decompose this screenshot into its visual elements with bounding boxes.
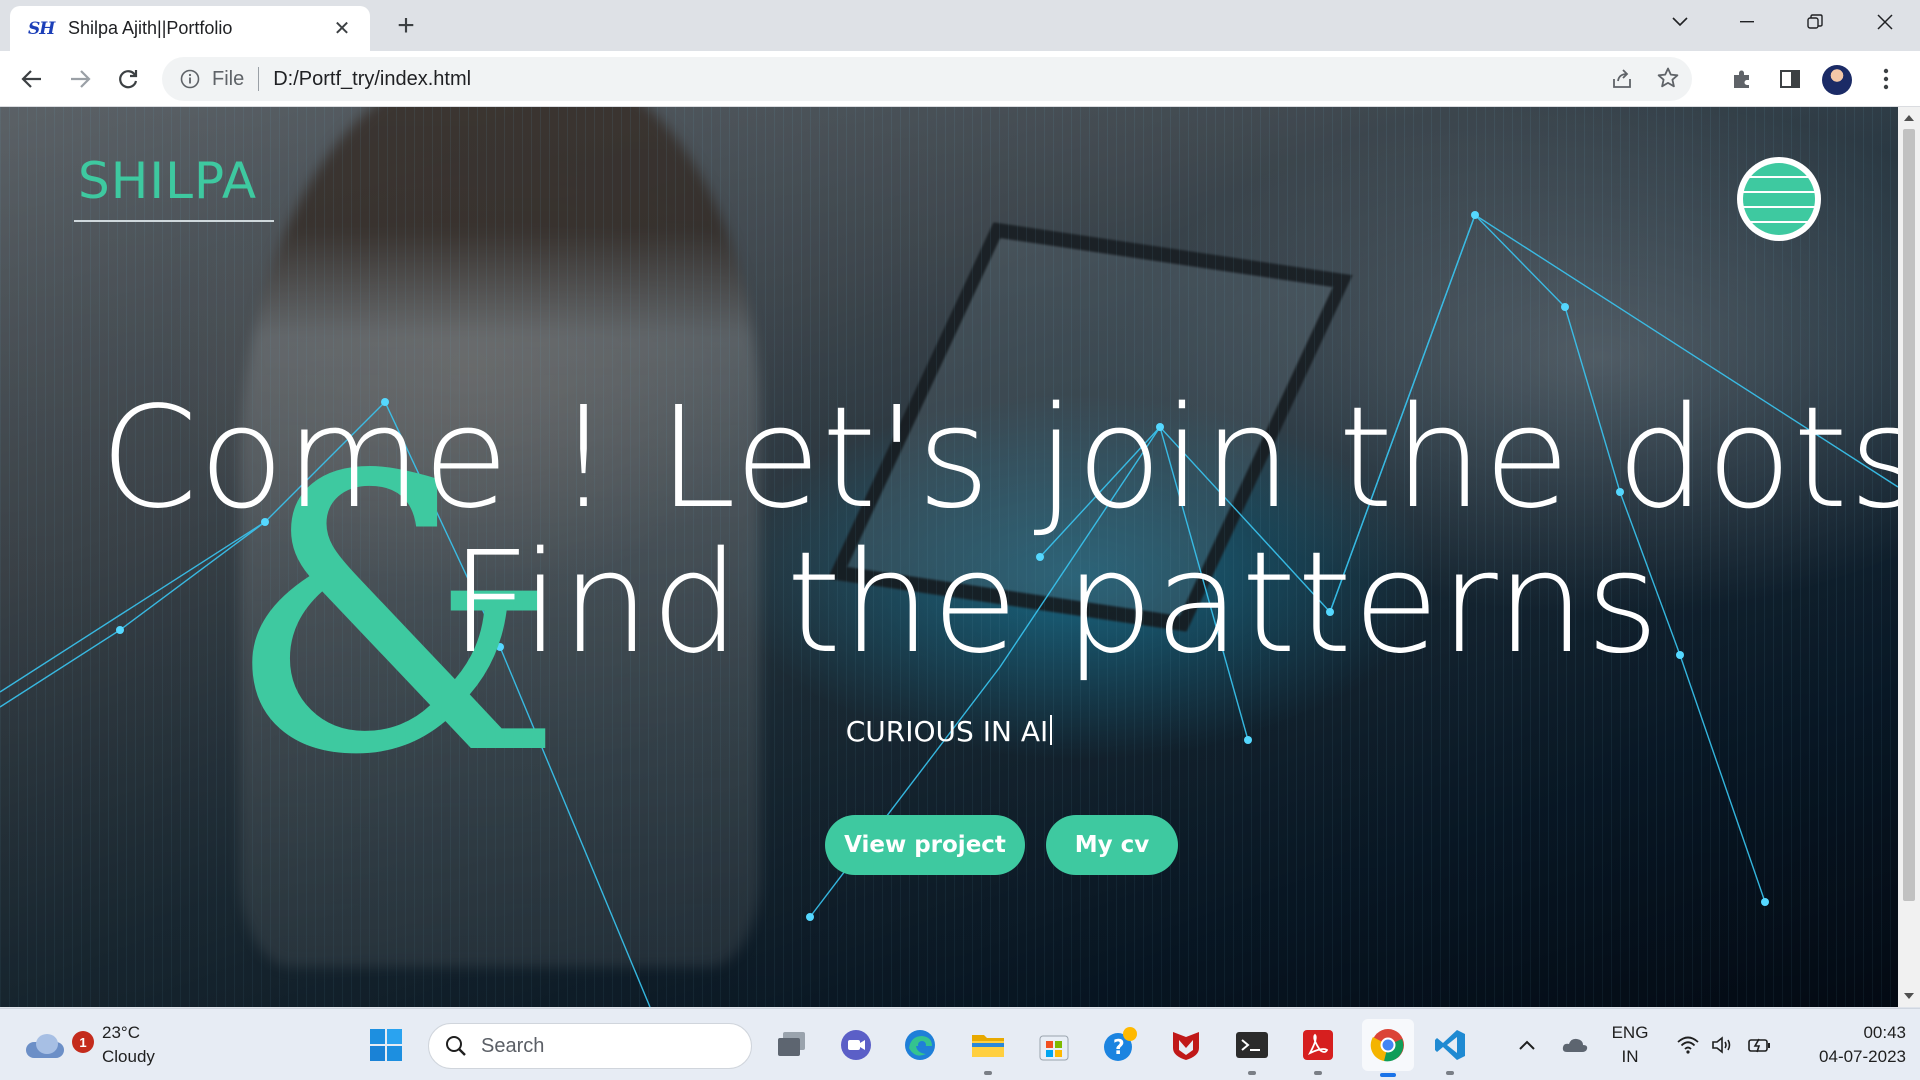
task-view-icon[interactable] [770,1023,814,1067]
site-logo[interactable]: SHILPA [78,152,257,210]
running-indicator [1446,1071,1454,1075]
taskbar-search-box[interactable]: Search [428,1023,752,1069]
forward-arrow-icon[interactable] [60,59,100,99]
hamburger-menu-button[interactable] [1737,157,1821,241]
running-indicator [984,1071,992,1075]
side-panel-icon[interactable] [1770,59,1810,99]
scrollbar-thumb[interactable] [1903,129,1915,901]
notification-badge: 1 [72,1031,94,1053]
chrome-taskbar-icon[interactable] [1362,1019,1414,1077]
restore-button[interactable] [1790,0,1840,43]
address-divider [258,67,260,91]
extensions-puzzle-icon[interactable] [1722,59,1762,99]
share-icon[interactable] [1610,67,1634,96]
profile-avatar[interactable] [1822,65,1852,95]
hero-headline-line2: Find the patterns [450,522,1660,685]
teams-chat-icon[interactable] [834,1023,878,1067]
tab-title: Shilpa Ajith||Portfolio [68,18,233,38]
acrobat-reader-icon[interactable] [1296,1023,1340,1075]
running-indicator [1314,1071,1322,1075]
language-indicator[interactable]: ENG IN [1608,1021,1652,1069]
edge-browser-icon[interactable] [898,1023,942,1067]
typing-caret [1050,715,1053,745]
site-favicon: SH [28,18,55,39]
search-icon [445,1035,467,1057]
my-cv-button[interactable]: My cv [1046,815,1178,875]
close-window-button[interactable] [1860,0,1910,43]
typing-tagline: CURIOUS IN AI [0,715,1898,748]
view-project-button[interactable]: View project [825,815,1025,875]
chrome-menu-dots-icon[interactable] [1866,59,1906,99]
bookmark-star-icon[interactable] [1656,66,1680,95]
logo-underline [74,220,274,222]
language-region: IN [1621,1047,1639,1066]
new-tab-button[interactable]: + [390,9,422,42]
browser-toolbar: File D:/Portf_try/index.html [0,51,1920,107]
cloudy-weather-icon [26,1032,66,1058]
site-info-icon[interactable] [178,67,202,91]
browser-tab[interactable]: SH Shilpa Ajith||Portfolio ✕ [10,6,370,51]
system-clock[interactable]: 00:43 04-07-2023 [1788,1021,1906,1069]
mcafee-icon[interactable] [1164,1023,1208,1067]
battery-charging-icon[interactable] [1738,1023,1782,1067]
microsoft-store-icon[interactable] [1032,1023,1076,1067]
file-explorer-icon[interactable] [966,1023,1010,1075]
windows-taskbar: 1 23°C Cloudy Search ? ENG IN 00:43 04-0… [0,1008,1920,1080]
search-placeholder: Search [481,1034,545,1057]
clock-date: 04-07-2023 [1819,1047,1906,1066]
weather-temperature: 23°C [102,1023,140,1042]
windows-start-icon[interactable] [364,1023,408,1067]
scroll-down-arrow-icon[interactable] [1904,993,1914,999]
active-indicator [1380,1073,1396,1077]
get-help-icon[interactable]: ? [1098,1023,1142,1067]
language-code: ENG [1611,1023,1649,1042]
hero-headline-line1: Come ! Let's join the dots [100,377,1898,540]
address-bar[interactable]: File D:/Portf_try/index.html [162,57,1692,101]
tab-search-chevron-icon[interactable] [1655,0,1705,43]
menu-lines-icon [1743,163,1815,235]
page-viewport: SHILPA & Come ! Let's join the dots Find… [0,107,1898,1007]
running-indicator [1248,1071,1256,1075]
svg-text:?: ? [1113,1035,1125,1059]
clock-time: 00:43 [1863,1023,1906,1042]
page-scrollbar[interactable] [1898,107,1920,1007]
close-tab-icon[interactable]: ✕ [328,15,356,43]
minimize-button[interactable] [1722,0,1772,43]
onedrive-cloud-icon[interactable] [1553,1023,1597,1067]
weather-widget[interactable]: 1 23°C Cloudy [26,1021,155,1069]
back-arrow-icon[interactable] [12,59,52,99]
tab-strip: SH Shilpa Ajith||Portfolio ✕ + [0,0,1920,51]
scroll-up-arrow-icon[interactable] [1904,115,1914,121]
terminal-icon[interactable] [1230,1023,1274,1075]
reload-icon[interactable] [108,59,148,99]
url-text[interactable]: D:/Portf_try/index.html [273,68,471,91]
weather-condition: Cloudy [102,1047,155,1066]
show-hidden-icons-chevron[interactable] [1505,1023,1549,1067]
url-scheme-label: File [212,67,245,90]
tagline-text: CURIOUS IN AI [845,715,1049,748]
vscode-icon[interactable] [1428,1023,1472,1075]
